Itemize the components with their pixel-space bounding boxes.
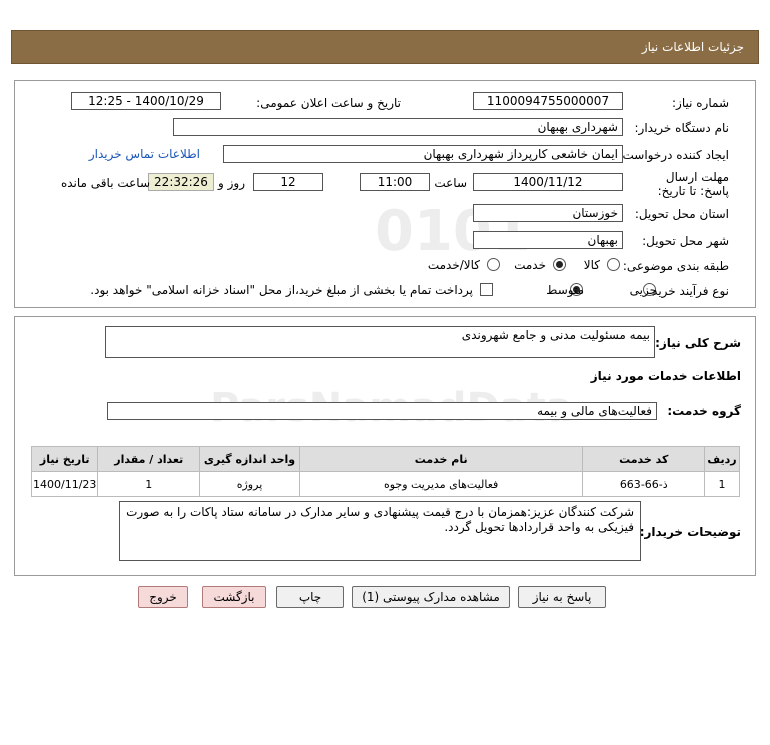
announce-field: 1400/10/29 - 12:25 xyxy=(71,92,221,110)
category-radio-goods-service[interactable] xyxy=(487,258,500,271)
purchase-option-minor: جزیی xyxy=(629,283,657,297)
buyer-contact-link[interactable]: اطلاعات تماس خریدار xyxy=(89,147,200,161)
cell-quantity: 1 xyxy=(97,471,201,497)
col-need-date: تاریخ نیاز xyxy=(30,446,99,472)
category-option-goods-service: کالا/خدمت xyxy=(427,258,480,272)
need-number-field: 1100094755000007 xyxy=(473,92,623,110)
summary-field: بیمه مسئولیت مدنی و جامع شهروندی xyxy=(105,326,655,358)
col-row: ردیف xyxy=(704,446,740,472)
need-info-panel: 0101 شماره نیاز: 1100094755000007 تاریخ … xyxy=(14,80,756,308)
days-field: 12 xyxy=(253,173,323,191)
treasury-payment-checkbox[interactable] xyxy=(480,283,493,296)
col-unit: واحد اندازه گیری xyxy=(199,446,300,472)
print-button[interactable]: چاپ xyxy=(276,586,344,608)
service-group-label: گروه خدمت: xyxy=(667,404,741,418)
deadline-hour-label: ساعت xyxy=(434,176,467,190)
category-label: طبقه بندی موضوعی: xyxy=(622,259,729,273)
days-label: روز و xyxy=(218,176,245,190)
category-radio-service[interactable] xyxy=(553,258,566,271)
province-field: خوزستان xyxy=(473,204,623,222)
cell-need-date: 1400/11/23 xyxy=(30,471,99,497)
cell-service-code: ذ-66-663 xyxy=(582,471,706,497)
cell-row: 1 xyxy=(704,471,740,497)
need-details-panel: ParsNamadData شرح کلی نیاز: بیمه مسئولیت… xyxy=(14,316,756,576)
category-radio-goods[interactable] xyxy=(607,258,620,271)
view-attachments-button[interactable]: مشاهده مدارک پیوستی (1) xyxy=(352,586,510,608)
table-header-row: ردیف کد خدمت نام خدمت واحد اندازه گیری ت… xyxy=(30,446,740,472)
remaining-label: ساعت باقی مانده xyxy=(60,176,150,190)
buyer-org-field: شهرداری بهبهان xyxy=(173,118,623,136)
col-quantity: تعداد / مقدار xyxy=(97,446,201,472)
city-label: شهر محل تحویل: xyxy=(642,234,729,248)
announce-label: تاریخ و ساعت اعلان عمومی: xyxy=(256,96,401,110)
page-title: جزئیات اطلاعات نیاز xyxy=(641,40,744,54)
city-field: بهبهان xyxy=(473,231,623,249)
remaining-time-field: 22:32:26 xyxy=(148,173,214,191)
service-group-field: فعالیت‌های مالی و بیمه xyxy=(107,402,657,420)
buyer-notes-field: شرکت کنندگان عزیز:همزمان با درج قیمت پیش… xyxy=(119,501,641,561)
province-label: استان محل تحویل: xyxy=(634,207,729,221)
category-option-goods: کالا xyxy=(583,258,600,272)
page-header: جزئیات اطلاعات نیاز xyxy=(11,30,759,64)
category-option-service: خدمت xyxy=(514,258,546,272)
cell-service-name: فعالیت‌های مدیریت وجوه xyxy=(298,471,584,497)
purchase-option-medium: متوسط xyxy=(546,283,584,297)
treasury-payment-note: پرداخت تمام یا بخشی از مبلغ خرید،از محل … xyxy=(90,283,473,297)
reply-button[interactable]: پاسخ به نیاز xyxy=(518,586,606,608)
services-heading: اطلاعات خدمات مورد نیاز xyxy=(590,369,741,383)
requester-label: ایجاد کننده درخواست: xyxy=(618,148,729,162)
buyer-notes-label: توضیحات خریدار: xyxy=(639,525,741,539)
services-table: ردیف کد خدمت نام خدمت واحد اندازه گیری ت… xyxy=(30,446,740,497)
requester-field: ایمان خاشعی کارپرداز شهرداری بهبهان xyxy=(223,145,623,163)
cell-unit: پروژه xyxy=(199,471,300,497)
col-service-name: نام خدمت xyxy=(298,446,584,472)
exit-button[interactable]: خروج xyxy=(138,586,188,608)
buyer-org-label: نام دستگاه خریدار: xyxy=(634,121,730,135)
need-number-label: شماره نیاز: xyxy=(672,96,729,110)
deadline-label: مهلت ارسال پاسخ: تا تاریخ: xyxy=(657,170,729,198)
deadline-date-field: 1400/11/12 xyxy=(473,173,623,191)
back-button[interactable]: بازگشت xyxy=(202,586,266,608)
summary-label: شرح کلی نیاز: xyxy=(655,336,741,350)
col-service-code: کد خدمت xyxy=(582,446,706,472)
deadline-hour-field: 11:00 xyxy=(360,173,430,191)
table-row: 1 ذ-66-663 فعالیت‌های مدیریت وجوه پروژه … xyxy=(30,471,740,497)
